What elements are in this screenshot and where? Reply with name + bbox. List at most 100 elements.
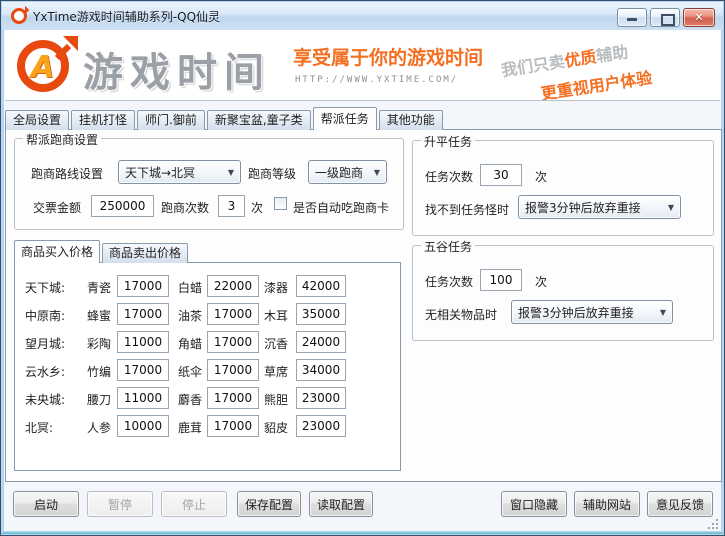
item-label: 白蜡 [178, 279, 202, 296]
shengping-task-group: 升平任务 任务次数 次 找不到任务怪时 报警3分钟后放弃重接 [412, 140, 714, 236]
logo-letter: A [31, 50, 54, 85]
price-input[interactable] [296, 275, 346, 297]
price-input[interactable] [296, 331, 346, 353]
brand-banner: A 游戏时间 享受属于你的游戏时间 HTTP://WWW.YXTIME.COM/… [5, 30, 720, 101]
price-input[interactable] [117, 415, 169, 437]
window-bottom-border [2, 531, 723, 534]
price-input[interactable] [117, 331, 169, 353]
wugu-count-input[interactable] [480, 269, 522, 291]
price-tab-strip: 商品买入价格 商品卖出价格 [14, 240, 190, 263]
tab-buy-price[interactable]: 商品买入价格 [14, 240, 100, 263]
run-count-label: 跑商次数 [161, 199, 209, 216]
main-tab-strip: 全局设置 挂机打怪 师门.御前 新聚宝盆,童子类 帮派任务 其他功能 [5, 107, 445, 130]
gang-tasks-page: 帮派跑商设置 跑商路线设置 天下城→北冥 跑商等级 一级跑商 交票金额 跑商次数… [5, 129, 722, 482]
city-label: 中原南: [25, 307, 65, 324]
item-label: 貂皮 [264, 419, 288, 436]
price-row-wangyuecheng: 望月城: 彩陶 角蜡 沉香 [15, 331, 400, 353]
promo-line1-gray2: 辅助 [595, 42, 629, 66]
run-count-input[interactable] [218, 195, 245, 217]
price-input[interactable] [117, 387, 169, 409]
run-count-unit: 次 [251, 199, 263, 216]
grade-select[interactable]: 一级跑商 [308, 160, 387, 184]
item-label: 草席 [264, 363, 288, 380]
tab-sell-price[interactable]: 商品卖出价格 [102, 243, 188, 263]
start-button[interactable]: 启动 [13, 491, 79, 517]
feedback-button[interactable]: 意见反馈 [647, 491, 713, 517]
hide-window-button[interactable]: 窗口隐藏 [501, 491, 567, 517]
item-label: 熊胆 [264, 391, 288, 408]
price-input[interactable] [207, 331, 259, 353]
noitem-action-select[interactable]: 报警3分钟后放弃重接 [511, 300, 673, 324]
item-label: 人参 [87, 419, 111, 436]
item-label: 木耳 [264, 307, 288, 324]
price-input[interactable] [296, 415, 346, 437]
city-label: 云水乡: [25, 363, 65, 380]
noitem-action-label: 无相关物品时 [425, 306, 497, 323]
notfound-action-select[interactable]: 报警3分钟后放弃重接 [518, 195, 681, 219]
brand-logo: A [17, 36, 77, 96]
price-input[interactable] [296, 359, 346, 381]
item-label: 纸伞 [178, 363, 202, 380]
shengping-count-input[interactable] [480, 164, 522, 186]
tab-hangup-fight[interactable]: 挂机打怪 [71, 110, 135, 130]
tab-jubaopen-tongzi[interactable]: 新聚宝盆,童子类 [207, 110, 311, 130]
price-input[interactable] [296, 387, 346, 409]
item-label: 蜂蜜 [87, 307, 111, 324]
price-row-beiming: 北冥: 人参 鹿茸 貂皮 [15, 415, 400, 437]
app-window: YxTime游戏时间辅助系列-QQ仙灵 A 游戏时间 享受属于你的游戏时间 HT… [0, 0, 725, 536]
close-button[interactable] [683, 8, 715, 27]
noitem-action-value: 报警3分钟后放弃重接 [518, 304, 634, 321]
wugu-count-label: 任务次数 [425, 273, 473, 290]
title-bar[interactable]: YxTime游戏时间辅助系列-QQ仙灵 [2, 2, 723, 30]
app-logo-icon [11, 8, 27, 24]
ticket-amount-label: 交票金额 [33, 199, 81, 216]
notfound-action-value: 报警3分钟后放弃重接 [525, 199, 641, 216]
price-input[interactable] [207, 415, 259, 437]
price-input[interactable] [296, 303, 346, 325]
tab-global-settings[interactable]: 全局设置 [5, 110, 69, 130]
auto-eat-card-checkbox[interactable] [274, 197, 287, 210]
item-label: 鹿茸 [178, 419, 202, 436]
website-url: HTTP://WWW.YXTIME.COM/ [295, 75, 458, 85]
minimize-button[interactable] [617, 8, 647, 27]
load-config-button[interactable]: 读取配置 [309, 491, 373, 517]
price-input[interactable] [207, 303, 259, 325]
item-label: 彩陶 [87, 335, 111, 352]
price-input[interactable] [117, 359, 169, 381]
price-row-weiyangcheng: 未央城: 腰刀 麝香 熊胆 [15, 387, 400, 409]
price-input[interactable] [207, 359, 259, 381]
route-select-value: 天下城→北冥 [125, 164, 195, 181]
website-button[interactable]: 辅助网站 [574, 491, 640, 517]
window-title: YxTime游戏时间辅助系列-QQ仙灵 [33, 8, 220, 25]
tab-gang-tasks[interactable]: 帮派任务 [313, 107, 377, 130]
caravan-settings-group: 帮派跑商设置 跑商路线设置 天下城→北冥 跑商等级 一级跑商 交票金额 跑商次数… [14, 138, 404, 230]
item-label: 竹编 [87, 363, 111, 380]
pause-button: 暂停 [87, 491, 153, 517]
promo-text: 我们只卖优质辅助 更重视用户体验 [499, 30, 720, 101]
price-input[interactable] [207, 387, 259, 409]
city-label: 北冥: [25, 419, 53, 436]
item-label: 麝香 [178, 391, 202, 408]
tab-shimen-yuqian[interactable]: 师门.御前 [137, 110, 205, 130]
item-label: 漆器 [264, 279, 288, 296]
city-label: 未央城: [25, 391, 65, 408]
price-input[interactable] [207, 275, 259, 297]
route-select[interactable]: 天下城→北冥 [118, 160, 241, 184]
price-input[interactable] [117, 275, 169, 297]
city-label: 天下城: [25, 279, 65, 296]
item-label: 油茶 [178, 307, 202, 324]
save-config-button[interactable]: 保存配置 [237, 491, 301, 517]
maximize-button[interactable] [650, 8, 680, 27]
resize-grip[interactable] [708, 519, 718, 529]
city-label: 望月城: [25, 335, 65, 352]
price-input[interactable] [117, 303, 169, 325]
grade-select-value: 一级跑商 [315, 164, 363, 181]
grade-label: 跑商等级 [248, 165, 296, 182]
brand-name: 游戏时间 [83, 40, 271, 98]
price-row-zhongyuannan: 中原南: 蜂蜜 油茶 木耳 [15, 303, 400, 325]
item-label: 青瓷 [87, 279, 111, 296]
tab-other-features[interactable]: 其他功能 [379, 110, 443, 130]
ticket-amount-input[interactable] [91, 195, 154, 217]
item-label: 腰刀 [87, 391, 111, 408]
auto-eat-card-label: 是否自动吃跑商卡 [293, 199, 389, 216]
